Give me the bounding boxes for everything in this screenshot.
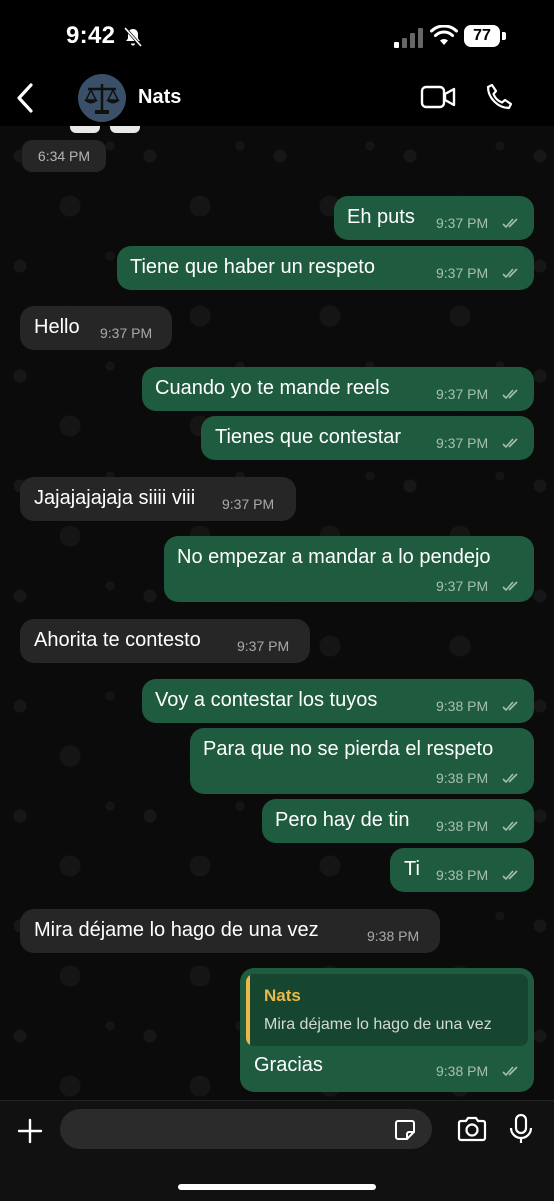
- double-check-icon: [502, 821, 518, 832]
- message-text: Jajajajajaja siiii viii: [34, 487, 196, 509]
- message-text: Pero hay de tin: [275, 809, 410, 831]
- message-time: 9:38 PM: [436, 698, 489, 714]
- message-text: Gracias: [254, 1054, 323, 1076]
- message-time: 9:38 PM: [436, 770, 489, 786]
- message-text: Para que no se pierda el respeto: [203, 738, 494, 760]
- message-text: Tiene que haber un respeto: [130, 256, 375, 278]
- outgoing-message[interactable]: Ti 9:38 PM: [390, 848, 534, 892]
- outgoing-message[interactable]: Pero hay de tin 9:38 PM: [262, 799, 534, 843]
- outgoing-message[interactable]: Tiene que haber un respeto 9:37 PM: [117, 246, 534, 290]
- message-text: No empezar a mandar a lo pendejo: [177, 546, 491, 568]
- scales-icon: [78, 74, 126, 122]
- message-time: 9:37 PM: [436, 386, 489, 402]
- message-time: 9:38 PM: [436, 1063, 489, 1079]
- message-text: Tienes que contestar: [215, 426, 402, 448]
- sticker-icon[interactable]: [394, 1119, 416, 1141]
- reply-quote[interactable]: Nats Mira déjame lo hago de una vez: [246, 974, 528, 1046]
- signal-icon: [394, 28, 423, 48]
- video-call-icon[interactable]: [420, 84, 456, 110]
- message-text: Ti: [404, 858, 420, 880]
- incoming-message[interactable]: Hello 9:37 PM: [20, 306, 172, 350]
- quote-sender: Nats: [264, 986, 301, 1005]
- message-time: 9:38 PM: [367, 928, 420, 944]
- outgoing-message[interactable]: Para que no se pierda el respeto 9:38 PM: [190, 728, 534, 794]
- incoming-message[interactable]: Jajajajajaja siiii viii 9:37 PM: [20, 477, 296, 521]
- message-time: 9:37 PM: [436, 215, 489, 231]
- incoming-message[interactable]: Mira déjame lo hago de una vez 9:38 PM: [20, 909, 440, 953]
- message-text: Hello: [34, 316, 80, 338]
- message-text: Eh puts: [347, 206, 415, 228]
- message-time: 9:37 PM: [436, 435, 489, 451]
- status-time: 9:42: [66, 22, 116, 49]
- quote-accent-bar: [246, 974, 250, 1046]
- message-input[interactable]: [60, 1109, 432, 1149]
- bell-slash-icon: [123, 27, 143, 47]
- message-time: 9:37 PM: [100, 325, 153, 341]
- message-text: Voy a contestar los tuyos: [155, 689, 378, 711]
- message-time: 9:38 PM: [436, 867, 489, 883]
- battery-level: 77: [473, 27, 491, 44]
- mic-icon[interactable]: [508, 1113, 534, 1145]
- wifi-icon: [430, 25, 458, 45]
- message-time: 9:38 PM: [436, 818, 489, 834]
- double-check-icon: [502, 773, 518, 784]
- message-text: Cuando yo te mande reels: [155, 377, 390, 399]
- chat-header: Nats: [0, 70, 554, 126]
- message-time: 9:37 PM: [222, 496, 275, 512]
- outgoing-message[interactable]: Cuando yo te mande reels 9:37 PM: [142, 367, 534, 411]
- plus-icon[interactable]: [16, 1117, 44, 1145]
- double-check-icon: [502, 581, 518, 592]
- status-bar: 9:42 77: [0, 0, 554, 70]
- message-time: 9:37 PM: [436, 265, 489, 281]
- timestamp-chip: 6:34 PM: [22, 140, 106, 172]
- battery-icon: 77: [464, 25, 508, 47]
- quote-text: Mira déjame lo hago de una vez: [264, 1016, 492, 1033]
- message-text: Ahorita te contesto: [34, 629, 201, 651]
- sticker-image: [70, 126, 142, 134]
- back-icon[interactable]: [14, 82, 38, 114]
- chat-area[interactable]: 6:34 PM Eh puts 9:37 PM Tiene que haber …: [0, 126, 554, 1100]
- double-check-icon: [502, 701, 518, 712]
- avatar[interactable]: [78, 74, 126, 122]
- outgoing-message[interactable]: No empezar a mandar a lo pendejo 9:37 PM: [164, 536, 534, 602]
- incoming-message[interactable]: Ahorita te contesto 9:37 PM: [20, 619, 310, 663]
- phone-icon[interactable]: [484, 82, 514, 112]
- outgoing-message[interactable]: Tienes que contestar 9:37 PM: [201, 416, 534, 460]
- outgoing-message[interactable]: Eh puts 9:37 PM: [334, 196, 534, 240]
- double-check-icon: [502, 1066, 518, 1077]
- contact-name[interactable]: Nats: [138, 86, 181, 109]
- double-check-icon: [502, 438, 518, 449]
- home-indicator: [178, 1184, 376, 1190]
- message-time: 9:37 PM: [436, 578, 489, 594]
- double-check-icon: [502, 268, 518, 279]
- double-check-icon: [502, 389, 518, 400]
- camera-icon[interactable]: [456, 1115, 488, 1143]
- outgoing-message[interactable]: Voy a contestar los tuyos 9:38 PM: [142, 679, 534, 723]
- message-time: 9:37 PM: [237, 638, 290, 654]
- double-check-icon: [502, 870, 518, 881]
- double-check-icon: [502, 218, 518, 229]
- message-text: Mira déjame lo hago de una vez: [34, 919, 319, 941]
